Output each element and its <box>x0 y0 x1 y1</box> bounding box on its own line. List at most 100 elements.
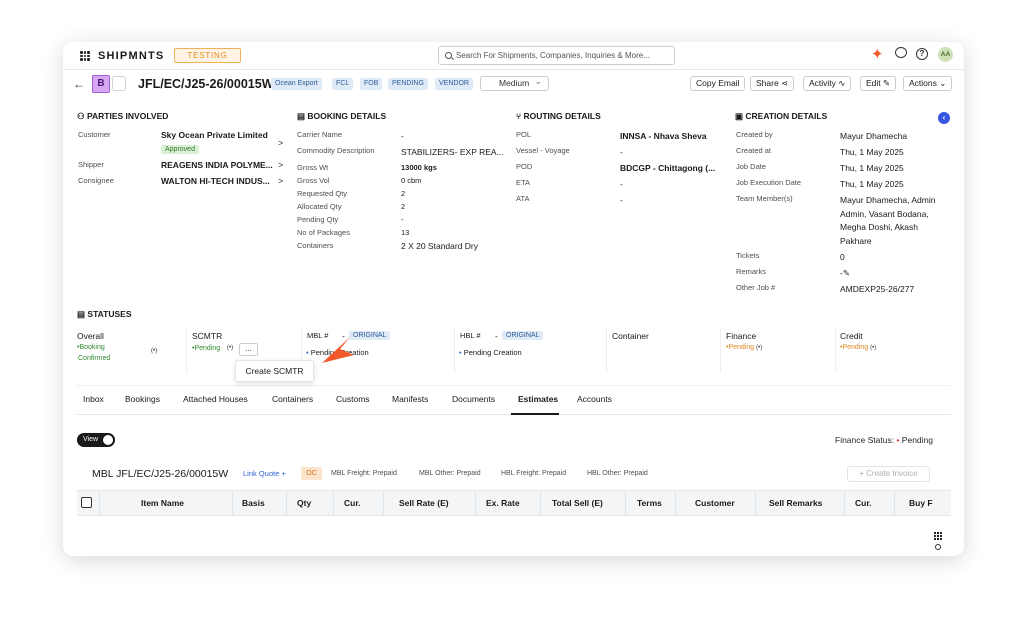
col-customer[interactable]: Customer <box>695 498 735 508</box>
col-basis[interactable]: Basis <box>242 498 265 508</box>
support-ring-icon[interactable] <box>935 544 941 550</box>
booking-value: 0 cbm <box>401 176 422 185</box>
broadcast-icon: (•) <box>151 348 158 354</box>
booking-value: - <box>401 215 404 224</box>
booking-value: - <box>401 131 404 141</box>
scmtr-status: •Pending <box>192 345 221 352</box>
remarks-value[interactable]: -✎ <box>840 268 850 279</box>
activity-button[interactable]: Activity ∿ <box>803 76 852 91</box>
tab-documents[interactable]: Documents <box>452 394 495 404</box>
collapse-panel-icon[interactable]: ‹ <box>938 112 950 124</box>
routing-label: POD <box>516 162 533 171</box>
col-currency[interactable]: Cur. <box>344 498 361 508</box>
booking-label: Requested Qty <box>297 189 348 198</box>
routing-value: INNSA - Nhava Sheva <box>620 131 707 141</box>
tab-manifests[interactable]: Manifests <box>392 394 428 404</box>
tab-bookings[interactable]: Bookings <box>125 394 160 404</box>
job-checkbox[interactable] <box>112 76 126 91</box>
finance-status: •Pending (•) <box>726 344 763 351</box>
other-job-value[interactable]: AMDEXP25-26/277 <box>840 284 914 294</box>
tab-inbox[interactable]: Inbox <box>83 394 104 404</box>
col-buy-currency[interactable]: Cur. <box>855 498 872 508</box>
priority-select[interactable]: Medium <box>480 75 549 91</box>
chevron-down-icon: ⌄ <box>939 78 947 88</box>
share-button[interactable]: Share ⋖ <box>750 76 795 91</box>
job-date-value: Thu, 1 May 2025 <box>840 163 904 173</box>
booking-label: Commodity Description <box>297 146 375 155</box>
share-label: Share <box>756 78 779 88</box>
hbl-status: • Pending Creation <box>459 348 522 357</box>
apps-grid-icon[interactable] <box>80 51 90 61</box>
freight-note: MBL Other: Prepaid <box>419 470 481 477</box>
shipper-chevron-icon[interactable]: > <box>278 160 283 170</box>
exec-date-label: Job Execution Date <box>736 178 802 187</box>
consignee-label: Consignee <box>78 176 114 185</box>
copy-email-button[interactable]: Copy Email <box>690 76 746 91</box>
container-status-label: Container <box>612 331 649 341</box>
job-date-label: Job Date <box>736 162 767 171</box>
apps-grid-icon[interactable] <box>934 532 942 540</box>
tag-fob: FOB <box>360 78 383 90</box>
routing-value: BDCGP - Chittagong (... <box>620 163 716 173</box>
routing-label: ETA <box>516 178 531 187</box>
view-toggle[interactable]: View <box>77 433 115 447</box>
create-scmtr-menu-item[interactable]: Create SCMTR <box>235 360 314 382</box>
booking-label: No of Packages <box>297 228 350 237</box>
link-quote-button[interactable]: Link Quote + <box>243 469 286 478</box>
tag-fcl: FCL <box>332 78 354 90</box>
activity-icon: ∿ <box>838 78 846 88</box>
col-terms[interactable]: Terms <box>637 498 662 508</box>
team-label: Team Member(s) <box>736 194 793 203</box>
edit-label: Edit <box>866 78 881 88</box>
col-ex-rate[interactable]: Ex. Rate <box>486 498 520 508</box>
search-icon <box>445 52 452 59</box>
col-item-name[interactable]: Item Name <box>141 498 184 508</box>
shipper-value[interactable]: REAGENS INDIA POLYME... <box>161 160 273 170</box>
create-invoice-button[interactable]: + Create Invoice <box>847 466 930 482</box>
creation-heading: ▣ CREATION DETAILS <box>735 111 828 121</box>
tickets-value: 0 <box>840 252 845 262</box>
edit-button[interactable]: Edit ✎ <box>860 76 897 91</box>
col-sell-rate[interactable]: Sell Rate (E) <box>399 498 449 508</box>
global-search-input[interactable]: Search For Shipments, Companies, Inquiri… <box>438 46 675 65</box>
avatar[interactable]: AA <box>938 47 953 62</box>
brand-logo[interactable]: SHIPMNTS <box>98 50 164 62</box>
team-line: Mayur Dhamecha, Admin <box>840 195 936 205</box>
col-sell-remarks[interactable]: Sell Remarks <box>769 498 822 508</box>
booking-value: 2 <box>401 202 406 211</box>
overall-label: Overall <box>77 331 104 341</box>
tab-attached-houses[interactable]: Attached Houses <box>183 394 248 404</box>
chat-icon[interactable] <box>895 47 907 58</box>
customer-value[interactable]: Sky Ocean Private Limited <box>161 130 268 140</box>
routing-label: Vessel - Voyage <box>516 146 570 155</box>
consignee-chevron-icon[interactable]: > <box>278 176 283 186</box>
help-icon[interactable]: ? <box>916 48 928 60</box>
routing-value: - <box>620 195 623 205</box>
tab-containers[interactable]: Containers <box>272 394 313 404</box>
statuses-heading: ▤ STATUSES <box>77 309 132 319</box>
back-arrow-icon[interactable]: ← <box>73 77 85 91</box>
overall-status-line2: Confirmed <box>78 355 111 362</box>
created-at-value: Thu, 1 May 2025 <box>840 147 904 157</box>
ai-sparkle-icon[interactable]: ✦ <box>871 45 884 63</box>
col-total-sell[interactable]: Total Sell (E) <box>552 498 603 508</box>
active-tab-indicator <box>511 413 559 415</box>
tab-customs[interactable]: Customs <box>336 394 370 404</box>
routing-value: - <box>620 147 623 157</box>
booking-label: Gross Vol <box>297 176 330 185</box>
actions-button[interactable]: Actions ⌄ <box>903 76 953 91</box>
scmtr-more-button[interactable]: ... <box>239 343 258 356</box>
pencil-icon[interactable]: ✎ <box>843 268 850 278</box>
tab-accounts[interactable]: Accounts <box>577 394 612 404</box>
tag-pending: PENDING <box>388 78 428 90</box>
consignee-value[interactable]: WALTON HI-TECH INDUS... <box>161 176 270 186</box>
col-buy-rate[interactable]: Buy F <box>909 498 933 508</box>
scmtr-label: SCMTR <box>192 331 223 341</box>
created-by-label: Created by <box>736 130 773 139</box>
select-all-checkbox[interactable] <box>81 497 92 508</box>
routing-label: ATA <box>516 194 530 203</box>
col-qty[interactable]: Qty <box>297 498 311 508</box>
tab-estimates[interactable]: Estimates <box>518 394 558 404</box>
booking-label: Pending Qty <box>297 215 339 224</box>
customer-chevron-icon[interactable]: > <box>278 138 283 148</box>
